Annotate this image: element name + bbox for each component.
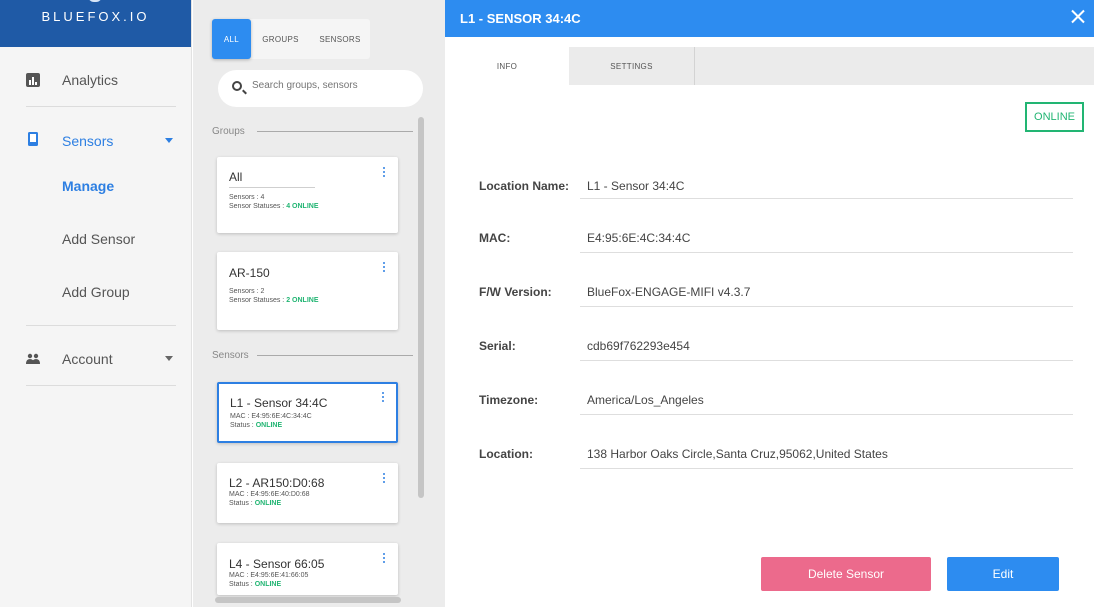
nav-sub-add-group[interactable]: Add Group [62,284,130,300]
sensor-list-panel: ALL GROUPS SENSORS Groups All Sensors : … [193,0,445,607]
nav-label-account: Account [62,351,113,367]
nav-sub-add-sensor[interactable]: Add Sensor [62,231,135,247]
nav-label-sensors: Sensors [62,133,114,149]
sensor-card-status: Status : ONLINE [229,500,282,507]
field-label-fw-version: F/W Version: [479,285,552,299]
filter-all-button[interactable]: ALL [212,19,251,59]
search-icon [232,81,242,91]
groups-heading-line [257,131,413,132]
tab-info[interactable]: INFO [445,47,569,85]
field-value-mac: E4:95:6E:4C:34:4C [587,231,691,245]
sensor-card-title: L4 - Sensor 66:05 [229,557,325,571]
nav-item-analytics[interactable]: Analytics [0,70,192,90]
sensors-heading-line [257,355,413,356]
field-label-timezone: Timezone: [479,393,539,407]
nav-label-analytics: Analytics [62,72,119,88]
field-divider [580,414,1073,415]
sensor-card-mac: MAC : E4:95:6E:4C:34:4C [230,413,312,420]
group-card-sensor-count: Sensors : 2 [229,288,265,295]
field-value-location-name: L1 - Sensor 34:4C [587,179,685,193]
more-vert-icon[interactable] [382,392,384,402]
people-icon [26,353,40,364]
chevron-down-icon[interactable] [165,356,173,361]
panel-title: L1 - SENSOR 34:4C [460,11,581,26]
close-icon[interactable] [1071,9,1085,23]
sensor-card-status: Status : ONLINE [230,422,283,429]
field-value-fw-version: BlueFox-ENGAGE-MIFI v4.3.7 [587,285,751,299]
sidebar: BLUEFOX.IO Analytics Sensors Manage Add … [0,0,192,607]
search-input[interactable] [252,80,412,91]
brand-header: BLUEFOX.IO [0,0,191,47]
vertical-scrollbar[interactable] [418,117,424,498]
sensor-card-mac: MAC : E4:95:6E:40:D0:68 [229,491,310,498]
field-divider [580,360,1073,361]
more-vert-icon[interactable] [383,262,385,272]
chevron-down-icon[interactable] [165,138,173,143]
status-badge: ONLINE [1025,102,1084,132]
sensor-card[interactable]: L2 - AR150:D0:68 MAC : E4:95:6E:40:D0:68… [217,463,398,523]
edit-button[interactable]: Edit [947,557,1059,591]
sensors-heading: Sensors [212,350,249,361]
field-divider [580,252,1073,253]
group-card-underline [229,187,315,188]
nav-item-account[interactable]: Account [0,349,192,369]
filter-groups-button[interactable]: GROUPS [251,19,310,59]
delete-sensor-button[interactable]: Delete Sensor [761,557,931,591]
sensor-card-title: L2 - AR150:D0:68 [229,476,325,490]
sensor-card[interactable]: L4 - Sensor 66:05 MAC : E4:95:6E:41:66:0… [217,543,398,595]
sensor-card-title: L1 - Sensor 34:4C [230,396,328,410]
field-value-location: 138 Harbor Oaks Circle,Santa Cruz,95062,… [587,447,888,461]
group-card[interactable]: AR-150 Sensors : 2 Sensor Statuses : 2 O… [217,252,398,330]
more-vert-icon[interactable] [383,473,385,483]
filter-sensors-button[interactable]: SENSORS [310,19,370,59]
panel-header: L1 - SENSOR 34:4C [445,0,1094,37]
nav-divider [26,385,176,386]
sensor-card-selected[interactable]: L1 - Sensor 34:4C MAC : E4:95:6E:4C:34:4… [217,382,398,443]
field-label-location-name: Location Name: [479,179,570,193]
tab-settings[interactable]: SETTINGS [569,47,695,85]
nav-divider [26,325,176,326]
nav-item-sensors[interactable]: Sensors [0,131,192,151]
horizontal-scrollbar[interactable] [215,597,401,603]
nav-sub-manage[interactable]: Manage [62,178,114,194]
tab-bar: INFO SETTINGS [445,47,1094,85]
groups-heading: Groups [212,126,245,137]
nav-divider [26,106,176,107]
group-card-title: All [229,170,243,184]
group-card-title: AR-150 [229,266,270,280]
group-card-sensor-count: Sensors : 4 [229,194,265,201]
field-value-timezone: America/Los_Angeles [587,393,704,407]
sensor-detail-panel: L1 - SENSOR 34:4C INFO SETTINGS ONLINE L… [445,0,1094,607]
field-divider [580,306,1073,307]
field-label-serial: Serial: [479,339,516,353]
sensor-card-mac: MAC : E4:95:6E:41:66:05 [229,572,309,579]
bar-chart-icon [26,73,40,87]
group-card[interactable]: All Sensors : 4 Sensor Statuses : 4 ONLI… [217,157,398,233]
field-label-mac: MAC: [479,231,511,245]
search-box [218,70,423,107]
field-value-serial: cdb69f762293e454 [587,339,690,353]
group-card-status: Sensor Statuses : 2 ONLINE [229,297,319,304]
phone-device-icon [28,132,38,146]
filter-toggle-group: ALL GROUPS SENSORS [212,19,370,59]
field-divider [580,468,1073,469]
brand-name: BLUEFOX.IO [41,9,150,24]
more-vert-icon[interactable] [383,167,385,177]
field-divider [580,198,1073,199]
group-card-status: Sensor Statuses : 4 ONLINE [229,203,319,210]
logo-mark [88,0,102,2]
field-label-location: Location: [479,447,533,461]
sensor-card-status: Status : ONLINE [229,581,282,588]
more-vert-icon[interactable] [383,553,385,563]
